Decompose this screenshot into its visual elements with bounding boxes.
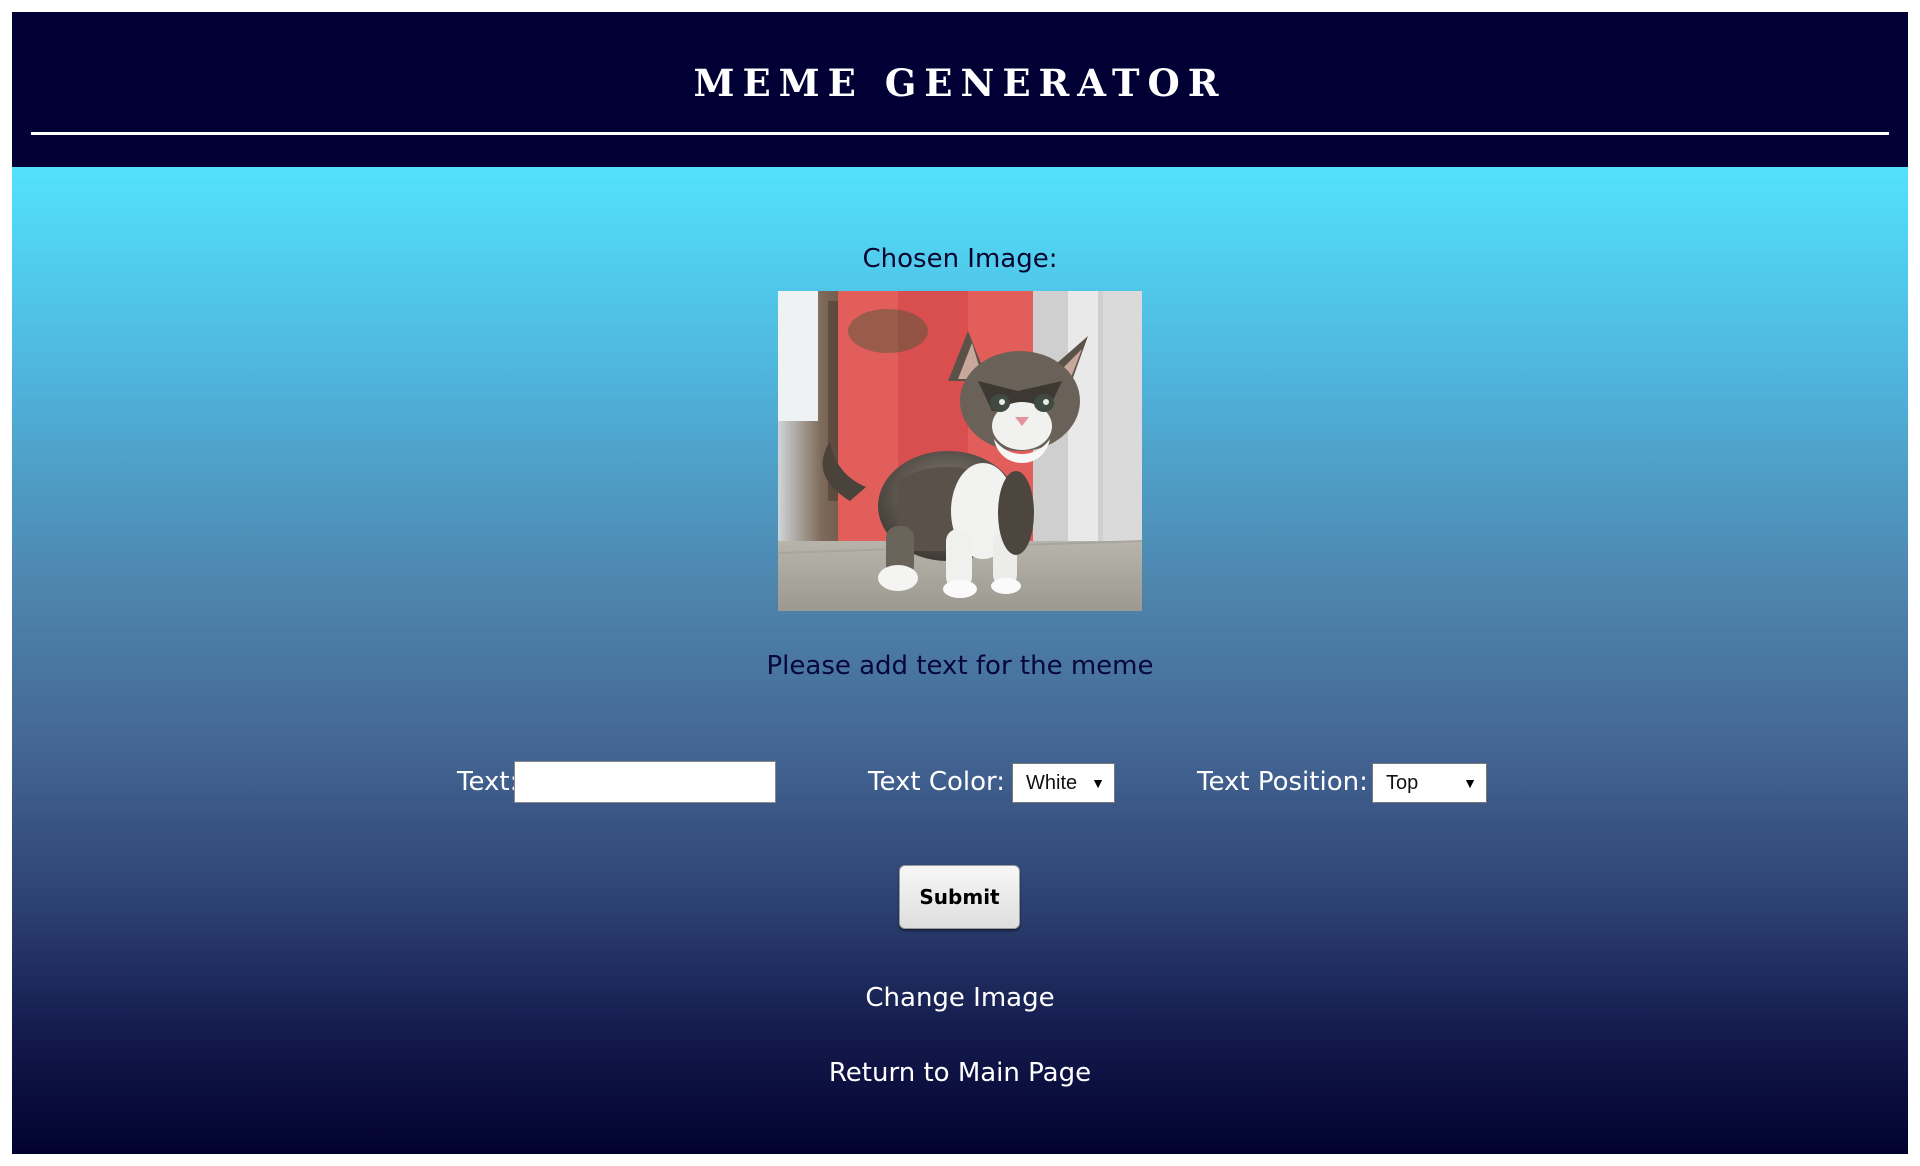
text-color-select[interactable]: White ▼ <box>1012 763 1115 803</box>
site-header: MEME GENERATOR <box>12 12 1908 167</box>
header-divider <box>31 132 1889 135</box>
text-color-value: White <box>1026 772 1078 794</box>
text-position-value: Top <box>1386 772 1419 794</box>
kitten-photo-icon <box>778 291 1142 611</box>
change-image-link[interactable]: Change Image <box>12 980 1908 1016</box>
text-position-select[interactable]: Top ▼ <box>1372 763 1487 803</box>
submit-button[interactable]: Submit <box>899 865 1020 929</box>
text-label: Text: <box>457 767 519 797</box>
page-frame: MEME GENERATOR Chosen Image: Please add … <box>12 12 1908 1154</box>
page-title: MEME GENERATOR <box>693 61 1227 105</box>
triangle-down-icon: ▼ <box>1463 775 1477 791</box>
instruction-text: Please add text for the meme <box>766 651 1154 681</box>
chosen-image-label: Chosen Image: <box>862 244 1058 274</box>
return-main-link[interactable]: Return to Main Page <box>12 1055 1908 1091</box>
text-position-label: Text Position: <box>1197 767 1368 797</box>
triangle-down-icon: ▼ <box>1091 775 1105 791</box>
meme-text-input[interactable] <box>514 761 776 803</box>
chosen-image <box>778 291 1142 611</box>
main-content: Chosen Image: Please add text for the me… <box>12 167 1908 1154</box>
text-color-label: Text Color: <box>868 767 1006 797</box>
